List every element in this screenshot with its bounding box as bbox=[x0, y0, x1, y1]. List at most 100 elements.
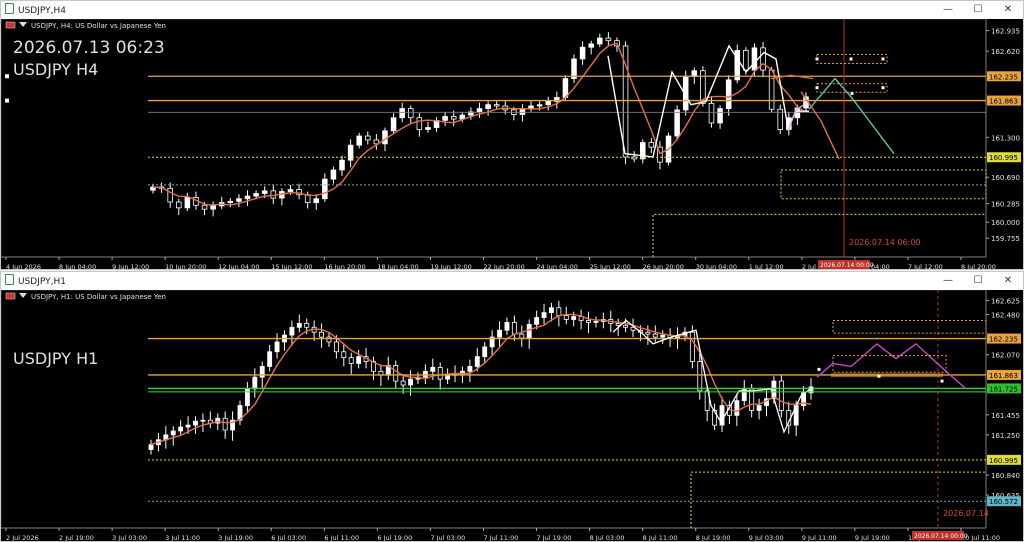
price-tick-label: 160.000 bbox=[991, 219, 1020, 227]
candle bbox=[287, 189, 294, 192]
time-tick-label: 8 Jul 03:00 bbox=[590, 534, 625, 541]
price-tick-label: 160.995 bbox=[989, 154, 1018, 162]
candle bbox=[615, 322, 621, 326]
candle bbox=[623, 324, 629, 328]
time-tick-label: 22 Jun 20:00 bbox=[484, 263, 525, 269]
candle bbox=[210, 205, 216, 210]
chart-window-h4[interactable]: USDJPY,H4 — ☐ ✕ USDJPY, H4: US Dollar vs… bbox=[0, 0, 1024, 270]
timestamp-label: 2026.07.13 06:23 bbox=[13, 38, 165, 58]
candle bbox=[356, 135, 362, 146]
time-tick-label: 6 Jul 19:00 bbox=[377, 534, 412, 541]
time-tick-label: 1 Jul 12:00 bbox=[749, 263, 784, 269]
h1-chart[interactable]: USDJPY, H1: US Dollar vs Japanese Yen 162… bbox=[1, 290, 1023, 541]
price-tick-label: 161.863 bbox=[989, 98, 1018, 106]
candle bbox=[330, 169, 337, 180]
candle bbox=[485, 104, 491, 109]
time-tick-label: 25 Jun 12:00 bbox=[590, 263, 631, 269]
maximize-button[interactable]: ☐ bbox=[963, 1, 993, 19]
price-tick-label: 160.840 bbox=[991, 472, 1020, 480]
candle bbox=[648, 142, 655, 148]
time-tick-label: 9 Jul 19:00 bbox=[855, 534, 890, 541]
candle bbox=[511, 322, 517, 335]
candle bbox=[450, 116, 457, 120]
candle bbox=[536, 104, 543, 107]
candle bbox=[549, 307, 554, 314]
candle bbox=[579, 46, 586, 60]
candle bbox=[493, 104, 500, 107]
candle bbox=[756, 405, 762, 411]
symbol-timeframe-label: USDJPY H4 bbox=[13, 60, 98, 79]
anchor-marker bbox=[850, 92, 854, 96]
candle bbox=[545, 101, 551, 106]
price-tick-label: 162.070 bbox=[991, 352, 1020, 360]
flag-icon bbox=[5, 21, 16, 29]
candle bbox=[333, 341, 339, 353]
time-tick-label: 16 Jun 20:00 bbox=[324, 263, 365, 269]
candle bbox=[562, 78, 569, 98]
candle bbox=[170, 430, 176, 436]
close-button[interactable]: ✕ bbox=[993, 1, 1023, 19]
anchor-marker bbox=[881, 57, 885, 61]
time-tick-label: 7 Jul 19:00 bbox=[537, 534, 572, 541]
candle bbox=[408, 378, 413, 386]
zone-fill bbox=[831, 373, 943, 378]
candle bbox=[652, 333, 658, 338]
candle bbox=[416, 117, 423, 130]
candle bbox=[348, 357, 354, 364]
candle bbox=[482, 346, 488, 358]
chart-window-h1[interactable]: USDJPY,H1 — ☐ ✕ USDJPY, H1: US Dollar vs… bbox=[0, 271, 1024, 542]
price-tick-label: 161.250 bbox=[991, 432, 1020, 440]
candle bbox=[504, 322, 510, 331]
anchor-marker bbox=[940, 379, 944, 383]
price-tick-label: 161.725 bbox=[989, 385, 1018, 393]
price-tick-label: 162.235 bbox=[989, 336, 1018, 344]
window-titlebar[interactable]: USDJPY,H1 — ☐ ✕ bbox=[1, 272, 1023, 290]
time-tick-label: 19 Jun 12:00 bbox=[430, 263, 471, 269]
candle bbox=[319, 331, 325, 338]
plot-area bbox=[1, 290, 987, 529]
candle bbox=[393, 365, 399, 382]
chart-window-icon bbox=[5, 274, 14, 285]
candle bbox=[697, 361, 703, 392]
minimize-button[interactable]: — bbox=[933, 272, 963, 290]
candle bbox=[289, 326, 295, 336]
candle bbox=[674, 109, 680, 137]
time-tick-label: 8 Jun 04:00 bbox=[59, 263, 96, 269]
chart-window-icon bbox=[5, 3, 14, 14]
symbol-timeframe-label: USDJPY H1 bbox=[13, 349, 98, 368]
cursor-date-label: 2026.07.14 bbox=[943, 509, 989, 518]
candle bbox=[296, 322, 302, 328]
anchor-marker bbox=[849, 57, 853, 61]
candle bbox=[556, 307, 562, 316]
candle bbox=[408, 108, 414, 119]
candle bbox=[519, 108, 526, 115]
candle bbox=[571, 316, 577, 320]
candle bbox=[193, 420, 198, 426]
candle bbox=[313, 198, 320, 204]
close-button[interactable]: ✕ bbox=[993, 272, 1023, 290]
time-tick-label: 3 Jul 03:00 bbox=[112, 534, 147, 541]
price-tick-label: 160.995 bbox=[989, 457, 1018, 465]
candle bbox=[734, 400, 740, 416]
cursor-date-label: 2026.07.14 06:00 bbox=[849, 238, 920, 247]
candle bbox=[593, 321, 599, 323]
window-title: USDJPY,H1 bbox=[5, 274, 66, 287]
candle bbox=[534, 317, 540, 325]
time-tick-label: 12 Jun 04:00 bbox=[218, 263, 259, 269]
maximize-button[interactable]: ☐ bbox=[963, 272, 993, 290]
time-tick-label: 7 Jul 11:00 bbox=[484, 534, 519, 541]
window-titlebar[interactable]: USDJPY,H4 — ☐ ✕ bbox=[1, 1, 1023, 19]
candle bbox=[274, 341, 280, 353]
candle bbox=[267, 351, 273, 367]
candle bbox=[743, 50, 749, 71]
h4-chart[interactable]: USDJPY, H4: US Dollar vs Japanese Yen 162… bbox=[1, 19, 1023, 269]
candle bbox=[167, 187, 173, 203]
candle bbox=[390, 117, 397, 132]
level-anchor bbox=[5, 98, 9, 103]
candle bbox=[588, 43, 594, 48]
time-tick-label: 15 Jun 12:00 bbox=[271, 263, 312, 269]
candle bbox=[597, 37, 603, 45]
candle bbox=[760, 47, 766, 71]
price-tick-label: 162.480 bbox=[991, 312, 1020, 320]
minimize-button[interactable]: — bbox=[933, 1, 963, 19]
